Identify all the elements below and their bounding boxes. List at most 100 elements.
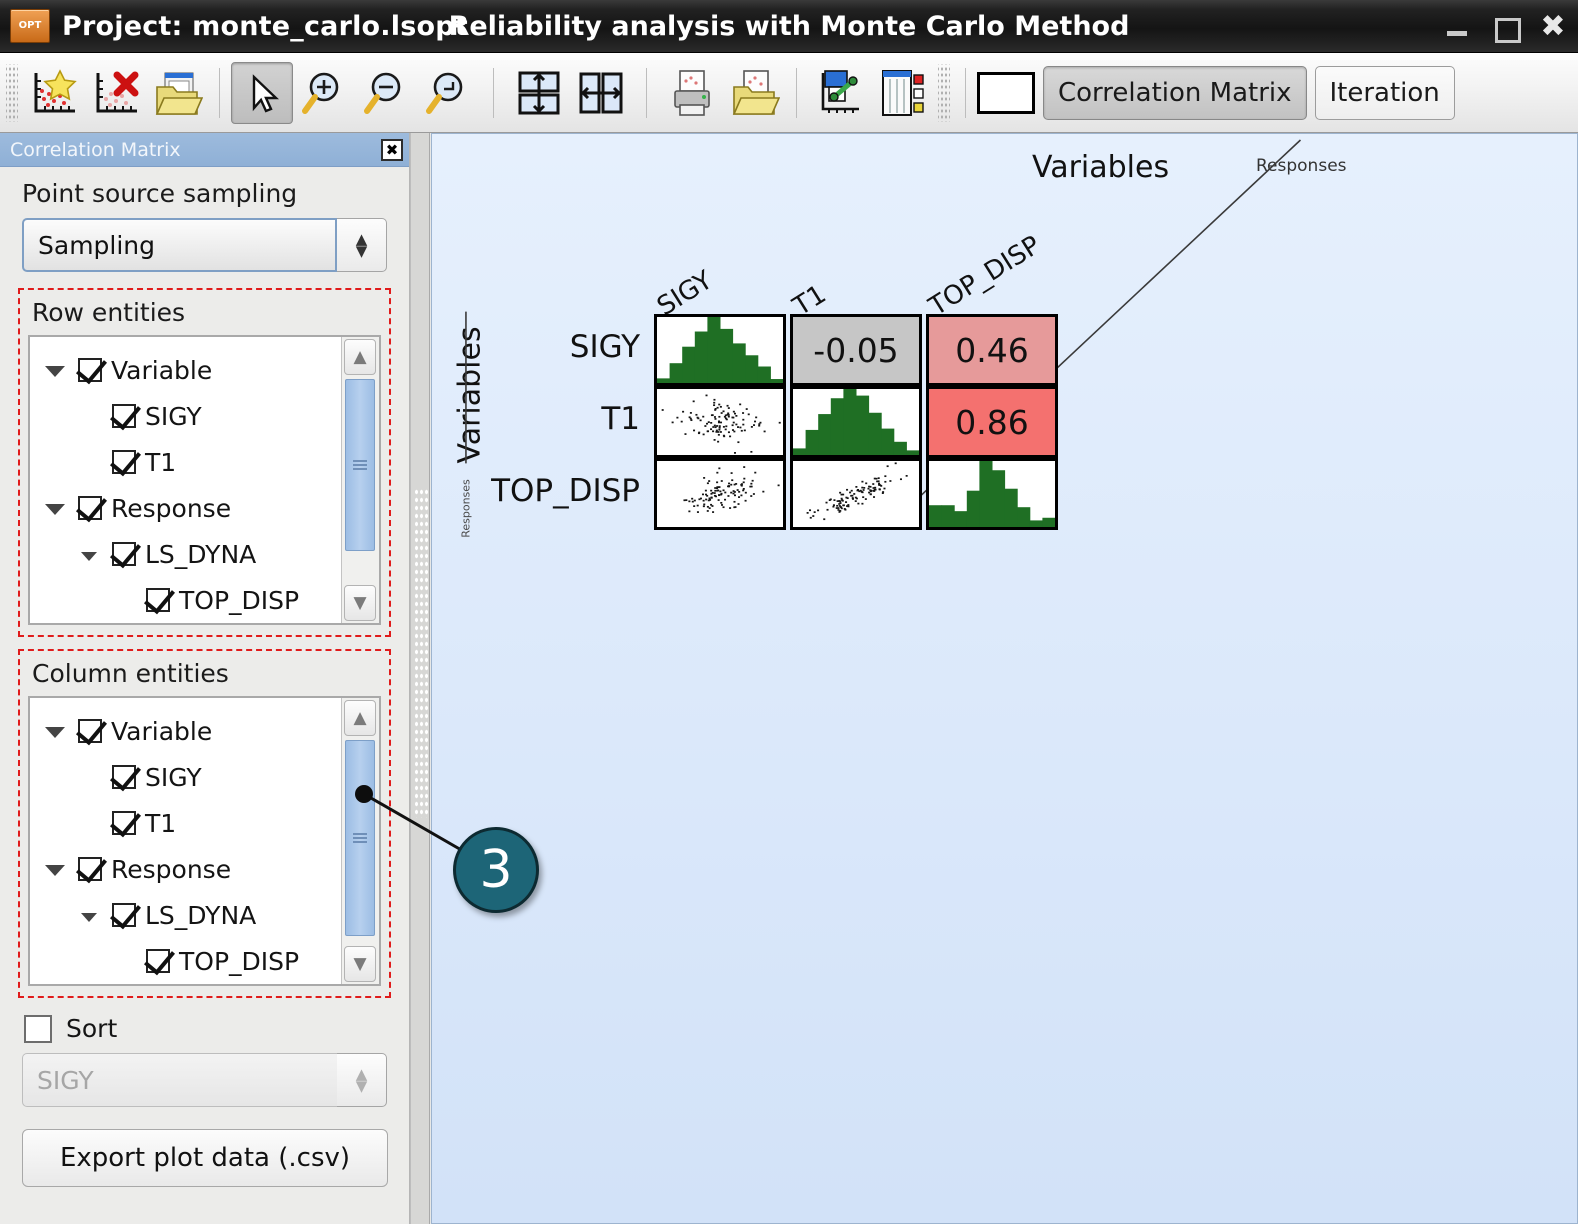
scrollbar-thumb[interactable] bbox=[345, 379, 375, 551]
row-entity-tree-checkbox[interactable] bbox=[78, 358, 102, 382]
sort-variable-select[interactable]: SIGY ▲ ▼ bbox=[22, 1053, 387, 1107]
chevron-down-icon[interactable] bbox=[76, 902, 102, 928]
row-entities-tree[interactable]: Variable SIGY T1 Response LS_DYNA TOP_DISP ▲ … bbox=[28, 335, 381, 625]
scroll-down-icon[interactable]: ▼ bbox=[344, 946, 376, 982]
scroll-up-icon[interactable]: ▲ bbox=[344, 339, 376, 375]
columns-setup-icon bbox=[882, 69, 924, 116]
column-entity-tree-item[interactable]: TOP_DISP bbox=[30, 938, 341, 984]
point-source-select[interactable]: Sampling ▲ ▼ bbox=[22, 218, 387, 272]
row-entity-tree-item[interactable]: T1 bbox=[30, 439, 341, 485]
column-entity-tree-item[interactable]: SIGY bbox=[30, 754, 341, 800]
row-entity-tree-checkbox[interactable] bbox=[112, 450, 136, 474]
row-entity-tree-item-label: Variable bbox=[111, 355, 213, 385]
row-entity-tree-item[interactable]: Response bbox=[30, 485, 341, 531]
column-entities-label: Column entities bbox=[32, 659, 229, 688]
matrix-histogram-cell[interactable] bbox=[926, 458, 1058, 530]
columns-setup-button[interactable] bbox=[870, 62, 932, 124]
export-plot-data-button[interactable]: Export plot data (.csv) bbox=[22, 1129, 388, 1187]
toolbar-grip[interactable] bbox=[6, 63, 18, 122]
plot-thumbnail-swatch[interactable] bbox=[977, 71, 1035, 114]
chevron-down-icon[interactable] bbox=[42, 856, 68, 882]
column-entity-tree-item-label: T1 bbox=[145, 808, 177, 838]
open-plot-button[interactable] bbox=[146, 62, 208, 124]
minimize-button[interactable] bbox=[1444, 14, 1470, 40]
row-entity-tree-checkbox[interactable] bbox=[78, 496, 102, 520]
toolbar-grip[interactable] bbox=[938, 63, 950, 122]
row-entity-tree-item[interactable]: SIGY bbox=[30, 393, 341, 439]
column-entity-tree-checkbox[interactable] bbox=[78, 857, 102, 881]
column-entity-tree-checkbox[interactable] bbox=[112, 903, 136, 927]
matrix-correlation-cell[interactable]: -0.05 bbox=[790, 314, 922, 386]
split-vertical-button[interactable] bbox=[570, 62, 632, 124]
matrix-scatter-cell[interactable] bbox=[790, 458, 922, 530]
column-entity-tree-item-label: Variable bbox=[111, 716, 213, 746]
column-entity-tree-checkbox[interactable] bbox=[112, 811, 136, 835]
matrix-histogram-cell[interactable] bbox=[790, 386, 922, 458]
print-icon bbox=[674, 69, 710, 116]
plot-decorations bbox=[465, 139, 1302, 496]
column-entity-tree-checkbox[interactable] bbox=[146, 949, 170, 973]
chevron-updown-icon[interactable]: ▲ ▼ bbox=[337, 1053, 387, 1107]
splitter-grip-icon bbox=[414, 488, 428, 818]
correlation-matrix-plot[interactable]: Variables Responses Variables Responses … bbox=[431, 133, 1578, 1224]
split-horizontal-button[interactable] bbox=[508, 62, 570, 124]
matrix-row-label: T1 bbox=[601, 401, 640, 437]
matrix-row-label: SIGY bbox=[569, 329, 640, 365]
chevron-down-icon[interactable] bbox=[76, 541, 102, 567]
matrix-correlation-cell[interactable]: 0.86 bbox=[926, 386, 1058, 458]
column-entity-tree-item[interactable]: Variable bbox=[30, 708, 341, 754]
histogram-svg bbox=[657, 317, 783, 383]
print-button[interactable] bbox=[661, 62, 723, 124]
column-entity-tree-item[interactable]: Response bbox=[30, 846, 341, 892]
row-tree-scrollbar[interactable]: ▲ ▼ bbox=[341, 337, 379, 623]
row-entity-tree-checkbox[interactable] bbox=[146, 588, 170, 612]
tab-correlation-matrix[interactable]: Correlation Matrix bbox=[1043, 65, 1307, 120]
column-entity-tree-checkbox[interactable] bbox=[78, 719, 102, 743]
column-entity-tree-checkbox[interactable] bbox=[112, 765, 136, 789]
matrix-scatter-cell[interactable] bbox=[654, 386, 786, 458]
zoom-in-button[interactable] bbox=[293, 62, 355, 124]
column-entity-tree-item[interactable]: LS_DYNA bbox=[30, 892, 341, 938]
matrix-row-label: TOP_DISP bbox=[491, 473, 640, 509]
scrollbar-thumb[interactable] bbox=[345, 740, 375, 936]
chevron-down-icon[interactable] bbox=[42, 718, 68, 744]
chevron-updown-icon[interactable]: ▲ ▼ bbox=[337, 218, 387, 272]
matrix-histogram-cell[interactable] bbox=[654, 314, 786, 386]
scatter-svg bbox=[661, 394, 781, 454]
row-entity-tree-checkbox[interactable] bbox=[112, 404, 136, 428]
project-title: Project: monte_carlo.lsopt bbox=[62, 10, 468, 42]
zoom-reset-button[interactable] bbox=[417, 62, 479, 124]
save-plot-button[interactable] bbox=[723, 62, 785, 124]
scatter-setup-button[interactable] bbox=[808, 62, 870, 124]
close-button[interactable]: ✖ bbox=[1540, 11, 1566, 41]
panel-close-icon[interactable]: ✖ bbox=[381, 138, 403, 161]
row-entity-tree-item[interactable]: TOP_DISP bbox=[30, 577, 341, 623]
new-plot-button[interactable] bbox=[22, 62, 84, 124]
zoom-out-icon bbox=[364, 72, 401, 114]
column-entity-tree-item-label: Response bbox=[111, 854, 232, 884]
pointer-tool-button[interactable] bbox=[231, 61, 293, 124]
row-entities-tree-items: Variable SIGY T1 Response LS_DYNA TOP_DISP bbox=[30, 337, 341, 623]
sort-row[interactable]: Sort bbox=[0, 998, 409, 1053]
chevron-down-icon[interactable] bbox=[42, 495, 68, 521]
tab-iteration[interactable]: Iteration bbox=[1314, 65, 1455, 120]
sort-checkbox[interactable] bbox=[24, 1014, 52, 1043]
delete-plot-button[interactable] bbox=[84, 62, 146, 124]
column-tree-scrollbar[interactable]: ▲ ▼ bbox=[341, 698, 379, 984]
panel-splitter[interactable] bbox=[410, 133, 430, 1224]
matrix-scatter-cell[interactable] bbox=[654, 458, 786, 530]
row-entity-tree-item[interactable]: LS_DYNA bbox=[30, 531, 341, 577]
point-source-label: Point source sampling bbox=[22, 179, 298, 208]
matrix-correlation-cell[interactable]: 0.46 bbox=[926, 314, 1058, 386]
column-entity-tree-item[interactable]: T1 bbox=[30, 800, 341, 846]
zoom-out-button[interactable] bbox=[355, 62, 417, 124]
column-entities-tree[interactable]: Variable SIGY T1 Response LS_DYNA TOP_DISP ▲ … bbox=[28, 696, 381, 986]
scroll-up-icon[interactable]: ▲ bbox=[344, 700, 376, 736]
chevron-down-icon[interactable] bbox=[42, 357, 68, 383]
scroll-down-icon[interactable]: ▼ bbox=[344, 585, 376, 621]
row-entity-tree-item[interactable]: Variable bbox=[30, 347, 341, 393]
row-entity-tree-checkbox[interactable] bbox=[112, 542, 136, 566]
toolbar-separator bbox=[493, 67, 494, 118]
split-horizontal-icon bbox=[518, 71, 560, 114]
maximize-button[interactable] bbox=[1492, 14, 1521, 43]
